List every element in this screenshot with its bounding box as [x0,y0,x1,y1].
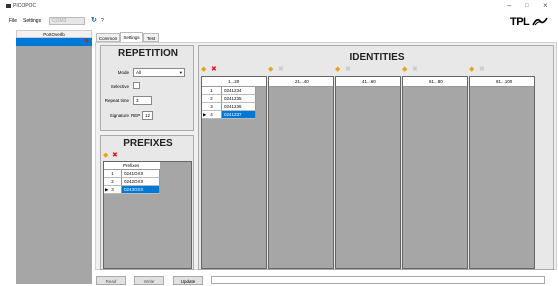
identity-grid: 1...20 1 0241234 2 0241235 3 0241236 ▶ 4 … [201,76,267,269]
prefix-cell[interactable]: 0241OXX [122,170,160,178]
identity-range: 41...60 [362,79,376,84]
identity-grid: 61...80 [402,76,468,269]
identity-range: 61...80 [429,79,443,84]
add-prefix-icon[interactable]: ◆ [103,152,108,159]
prefix-cell[interactable]: 0242OXX [122,178,160,186]
identity-cell[interactable]: 0241236 [222,103,256,111]
logo-wave-icon [531,17,548,26]
port-list-selected-row[interactable] [16,38,92,46]
repeat-time-label: Repeat time [104,98,129,103]
add-identity-icon[interactable]: ◆ [335,66,340,73]
status-field [211,276,545,284]
repetition-title: REPETITION [117,48,178,59]
menu-file[interactable]: File [9,18,17,24]
chevron-down-icon: ▾ [179,70,182,75]
prefix-row-number: 2 [104,178,122,186]
prefixes-title: PREFIXES [123,138,173,149]
delete-identity-icon[interactable]: ✖ [412,66,418,73]
menu-bar: File Settings COM3 ↻ ? [0,15,558,27]
current-row-arrow-icon: ▶ [203,112,207,117]
prefix-row-number: 1 [104,170,122,178]
minimize-button[interactable]: – [507,2,511,10]
identity-grid-header: 81...100 [470,77,534,87]
identity-cell[interactable]: 0241235 [222,95,256,103]
identity-grid: 21...40 [268,76,334,269]
delete-prefix-icon[interactable]: ✖ [112,152,118,159]
title-bar: PICOPOC – □ × [0,0,558,14]
window-title-text: PICOPOC [13,3,37,9]
help-icon[interactable]: ? [101,18,104,24]
prefixes-column-header: Prefixes [123,163,140,168]
selective-label: Selective [110,84,129,89]
identity-grid: 81...100 [469,76,535,269]
prefix-cell-selected[interactable]: 0243OXX [122,186,160,194]
identity-grid-header: 41...60 [336,77,400,87]
port-list-header: PortOverlb [16,30,92,38]
repetition-panel: REPETITION Mode All ▾ Selective Repeat t… [100,45,194,131]
mode-label: Mode [117,70,129,75]
remove-port-icon[interactable]: ✖ [84,38,89,46]
tab-test[interactable]: Test [143,33,159,42]
identity-range: 1...20 [228,79,240,84]
add-identity-icon[interactable]: ◆ [268,66,273,73]
settings-content: REPETITION Mode All ▾ Selective Repeat t… [95,42,557,270]
identity-grid-header: 21...40 [269,77,333,87]
delete-identity-icon[interactable]: ✖ [479,66,485,73]
tpl-logo: TPL [510,16,548,28]
identity-row-number: 3 [202,103,222,111]
maximize-button[interactable]: □ [525,2,529,10]
identity-row-number: 2 [202,95,222,103]
mode-value: All [136,70,142,75]
tab-common[interactable]: Common [96,33,120,42]
window-title: PICOPOC [6,3,36,9]
identity-row-number-text: 4 [210,112,213,117]
repeat-time-input[interactable]: 3 [133,96,152,105]
prefixes-grid-header: Prefixes [104,162,160,170]
identity-row-number: 1 [202,87,222,95]
prefix-row-number-text: 3 [111,187,114,192]
identity-column-2: ◆ ✖ 21...40 [268,66,334,269]
identity-cell-selected[interactable]: 0241237 [222,111,256,119]
identity-column-3: ◆ ✖ 41...60 [335,66,401,269]
refresh-icon[interactable]: ↻ [91,16,97,24]
identities-panel: IDENTITIES ◆ ✖ 1...20 1 0241234 2 024123… [198,45,554,270]
mode-select[interactable]: All ▾ [133,68,185,77]
com-port-select[interactable]: COM3 [49,17,85,25]
prefixes-panel: PREFIXES ◆ ✖ Prefixes 1 0241OXX 2 0242OX… [100,135,194,270]
port-list-panel: PortOverlb ✖ [16,30,92,284]
tab-settings[interactable]: Settings [120,32,143,42]
delete-identity-icon[interactable]: ✖ [211,66,217,73]
identity-grid-header: 1...20 [202,77,266,87]
identity-range: 81...100 [496,79,513,84]
signature-label: Signature [109,113,129,118]
prefix-row-number-current: ▶ 3 [104,186,122,194]
current-row-arrow-icon: ▶ [105,187,109,192]
identity-grid-header: 61...80 [403,77,467,87]
signature-prefix: REP [131,113,141,118]
add-identity-icon[interactable]: ◆ [469,66,474,73]
identity-column-4: ◆ ✖ 61...80 [402,66,468,269]
close-button[interactable]: × [543,2,548,10]
selective-checkbox[interactable] [133,82,140,89]
add-identity-icon[interactable]: ◆ [402,66,407,73]
identity-column-5: ◆ ✖ 81...100 [469,66,535,269]
add-identity-icon[interactable]: ◆ [201,66,206,73]
identity-column-1: ◆ ✖ 1...20 1 0241234 2 0241235 3 0241236… [201,66,267,269]
signature-input[interactable]: 12 [142,111,153,120]
identity-range: 21...40 [295,79,309,84]
delete-identity-icon[interactable]: ✖ [345,66,351,73]
identity-cell[interactable]: 0241234 [222,87,256,95]
app-icon [6,4,11,8]
logo-text: TPL [510,16,530,28]
identity-grid: 41...60 [335,76,401,269]
identities-title: IDENTITIES [349,52,405,63]
prefixes-grid: Prefixes 1 0241OXX 2 0242OXX ▶ 3 0243OXX [103,161,192,269]
delete-identity-icon[interactable]: ✖ [278,66,284,73]
identity-row-number-current: ▶ 4 [202,111,222,119]
menu-settings[interactable]: Settings [23,18,41,24]
